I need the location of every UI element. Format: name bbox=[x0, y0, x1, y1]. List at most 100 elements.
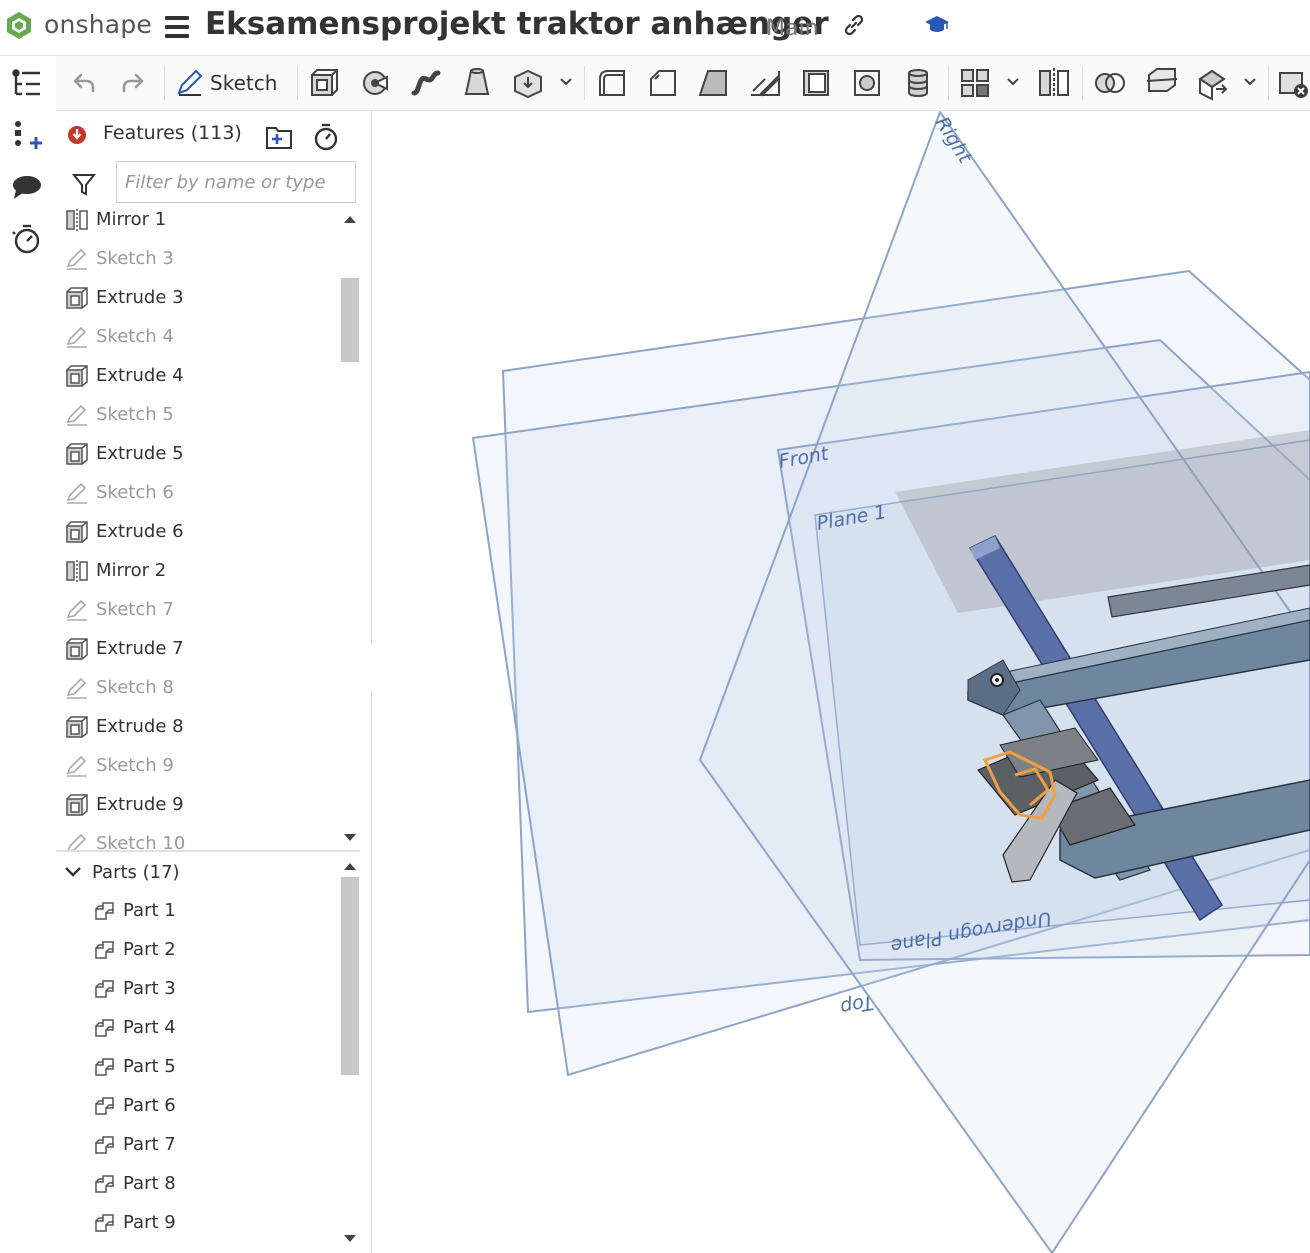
feature-item[interactable]: Mirror 2 bbox=[56, 551, 338, 590]
feature-item[interactable]: Extrude 6 bbox=[56, 512, 338, 551]
hole-icon[interactable] bbox=[849, 65, 885, 101]
extrude-icon[interactable] bbox=[306, 65, 342, 101]
scroll-thumb[interactable] bbox=[341, 278, 359, 362]
boolean-icon[interactable] bbox=[1092, 65, 1128, 101]
comments-icon[interactable] bbox=[10, 170, 44, 204]
rib-icon[interactable] bbox=[747, 65, 783, 101]
branch-label[interactable]: Main bbox=[766, 16, 819, 41]
sketch-button[interactable]: Sketch bbox=[174, 65, 277, 101]
features-title: Features (113) bbox=[103, 122, 242, 144]
feature-tree-icon[interactable] bbox=[10, 66, 44, 100]
feature-item[interactable]: Mirror 1 bbox=[56, 206, 338, 239]
part-icon bbox=[95, 1174, 114, 1193]
delete-part-icon[interactable] bbox=[1274, 65, 1310, 101]
chevron-down-icon[interactable] bbox=[63, 862, 83, 882]
undo-icon[interactable] bbox=[65, 65, 101, 101]
sketch-icon bbox=[66, 755, 87, 777]
part-item[interactable]: Part 3 bbox=[56, 969, 338, 1008]
cylinder-icon[interactable] bbox=[900, 65, 936, 101]
fillet-icon[interactable] bbox=[594, 65, 630, 101]
scroll-down-arrow[interactable] bbox=[344, 1235, 356, 1242]
hamburger-menu-icon[interactable] bbox=[165, 16, 189, 38]
feature-item[interactable]: Extrude 4 bbox=[56, 356, 338, 395]
feature-list-scrollbar[interactable] bbox=[339, 206, 361, 850]
part-label: Part 4 bbox=[123, 1017, 176, 1038]
chevron-down-icon[interactable] bbox=[1243, 75, 1257, 89]
part-item[interactable]: Part 4 bbox=[56, 1008, 338, 1047]
scroll-down-arrow[interactable] bbox=[344, 834, 356, 841]
feature-item[interactable]: Sketch 8 bbox=[56, 668, 338, 707]
part-label: Part 2 bbox=[123, 939, 176, 960]
features-header: Features (113) bbox=[56, 111, 371, 159]
sketch-icon bbox=[66, 326, 87, 348]
chamfer-icon[interactable] bbox=[645, 65, 681, 101]
sketch-icon bbox=[67, 833, 87, 850]
part-item[interactable]: Part 6 bbox=[56, 1086, 338, 1125]
onshape-logo-icon[interactable] bbox=[4, 10, 34, 40]
thicken-icon[interactable] bbox=[510, 65, 546, 101]
feature-item[interactable]: Extrude 9 bbox=[56, 785, 338, 824]
pencil-icon bbox=[177, 69, 203, 96]
mirror-icon[interactable] bbox=[1036, 65, 1072, 101]
document-title[interactable]: Eksamensprojekt traktor anhænger bbox=[205, 6, 829, 42]
feature-item[interactable]: Extrude 5 bbox=[56, 434, 338, 473]
feature-item[interactable]: Sketch 10 bbox=[56, 824, 338, 850]
extrude-icon bbox=[66, 364, 88, 387]
loft-icon[interactable] bbox=[459, 65, 495, 101]
draft-icon[interactable] bbox=[696, 65, 732, 101]
part-icon bbox=[95, 1018, 114, 1037]
insert-icon[interactable] bbox=[10, 118, 44, 152]
model-view[interactable]: Right Front Plane 1 Undervogn Plane Top bbox=[372, 111, 1310, 1253]
part-item[interactable]: Part 8 bbox=[56, 1164, 338, 1203]
scroll-thumb[interactable] bbox=[341, 877, 359, 1075]
part-item[interactable]: Part 2 bbox=[56, 930, 338, 969]
graduation-cap-icon[interactable] bbox=[924, 13, 950, 37]
split-icon[interactable] bbox=[1143, 65, 1179, 101]
feature-item[interactable]: Sketch 5 bbox=[56, 395, 338, 434]
feature-item[interactable]: Sketch 6 bbox=[56, 473, 338, 512]
part-label: Part 9 bbox=[123, 1212, 176, 1233]
shell-icon[interactable] bbox=[798, 65, 834, 101]
mirror-icon bbox=[66, 559, 88, 582]
feature-label: Sketch 9 bbox=[96, 755, 174, 776]
chevron-down-icon[interactable] bbox=[559, 75, 573, 89]
timer-icon[interactable] bbox=[10, 222, 44, 256]
stopwatch-icon[interactable] bbox=[312, 122, 340, 152]
redo-icon[interactable] bbox=[116, 65, 152, 101]
part-item[interactable]: Part 1 bbox=[56, 891, 338, 930]
link-icon[interactable] bbox=[842, 13, 866, 37]
error-alert-icon[interactable] bbox=[67, 125, 87, 145]
feature-item[interactable]: Sketch 4 bbox=[56, 317, 338, 356]
pattern-icon[interactable] bbox=[957, 65, 993, 101]
scroll-up-arrow[interactable] bbox=[344, 216, 356, 223]
sweep-icon[interactable] bbox=[408, 65, 444, 101]
feature-item[interactable]: Extrude 7 bbox=[56, 629, 338, 668]
feature-item[interactable]: Sketch 3 bbox=[56, 239, 338, 278]
feature-item[interactable]: Extrude 8 bbox=[56, 707, 338, 746]
sketch-label: Sketch bbox=[210, 71, 278, 95]
parts-header[interactable]: Parts (17) bbox=[56, 855, 338, 889]
top-plane-label: Top bbox=[839, 991, 875, 1018]
revolve-icon[interactable] bbox=[357, 65, 393, 101]
graphics-viewport[interactable]: Right Front Plane 1 Undervogn Plane Top bbox=[372, 111, 1310, 1253]
feature-item[interactable]: Extrude 3 bbox=[56, 278, 338, 317]
part-item[interactable]: Part 7 bbox=[56, 1125, 338, 1164]
transform-icon[interactable] bbox=[1194, 65, 1230, 101]
panel-divider[interactable] bbox=[56, 850, 360, 852]
filter-input[interactable] bbox=[116, 161, 356, 203]
part-item[interactable]: Part 9 bbox=[56, 1203, 338, 1242]
chevron-down-icon[interactable] bbox=[1006, 75, 1020, 89]
extrude-icon bbox=[66, 520, 88, 543]
scroll-up-arrow[interactable] bbox=[344, 863, 356, 870]
feature-label: Extrude 7 bbox=[96, 638, 184, 659]
part-item[interactable]: Part 5 bbox=[56, 1047, 338, 1086]
feature-item[interactable]: Sketch 7 bbox=[56, 590, 338, 629]
mirror-icon bbox=[66, 208, 88, 231]
parts-list-scrollbar[interactable] bbox=[339, 855, 361, 1249]
filter-icon[interactable] bbox=[71, 171, 97, 197]
sketch-icon bbox=[66, 482, 87, 504]
sketch-icon bbox=[66, 599, 87, 621]
add-folder-icon[interactable] bbox=[264, 123, 294, 151]
feature-item[interactable]: Sketch 9 bbox=[56, 746, 338, 785]
part-label: Part 6 bbox=[123, 1095, 176, 1116]
